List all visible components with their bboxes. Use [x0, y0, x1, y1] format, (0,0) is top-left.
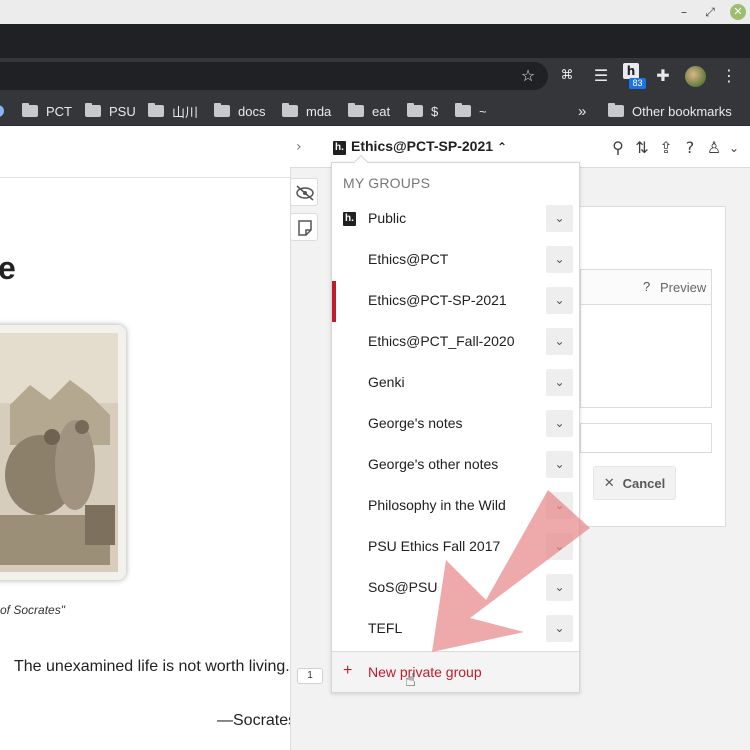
bookmark-folder-tilde[interactable]: ~: [455, 96, 487, 126]
window-titlebar: [0, 0, 750, 24]
bookmark-folder-psu[interactable]: PSU: [85, 96, 136, 126]
group-item-public[interactable]: h. Public ⌄: [332, 199, 579, 240]
preview-button[interactable]: Preview: [660, 280, 706, 295]
group-item[interactable]: Ethics@PCT_Fall-2020 ⌄: [332, 322, 579, 363]
page-heading-fragment: e: [0, 250, 16, 286]
chevron-down-icon[interactable]: ⌄: [546, 410, 573, 437]
hypothesis-logo-icon: h.: [343, 212, 356, 226]
quote-text: The unexamined life is not worth living.: [14, 658, 290, 675]
chevron-down-icon[interactable]: ⌄: [546, 451, 573, 478]
folder-icon: [455, 103, 471, 117]
chevron-down-icon[interactable]: ⌄: [546, 533, 573, 560]
chevron-down-icon[interactable]: ⌄: [546, 492, 573, 519]
folder-icon: [85, 103, 101, 117]
group-item-selected[interactable]: Ethics@PCT-SP-2021 ⌄: [332, 281, 579, 322]
new-private-group-button[interactable]: + New private group: [332, 651, 579, 692]
folder-icon: [348, 103, 364, 117]
new-page-note-button[interactable]: [290, 213, 318, 241]
eye-slash-icon: [296, 185, 314, 201]
page-divider: [0, 177, 290, 178]
extension-badge-count: 83: [629, 78, 646, 89]
bookmark-folder-shanchuan[interactable]: 山川: [148, 96, 198, 126]
group-item[interactable]: Philosophy in the Wild ⌄: [332, 486, 579, 527]
hide-highlights-button[interactable]: [290, 178, 318, 206]
bookmark-folder-docs[interactable]: docs: [214, 96, 265, 126]
painting-caption: of Socrates": [0, 603, 65, 617]
tags-input[interactable]: [580, 423, 712, 453]
hand-cursor-icon: ☝: [405, 670, 416, 691]
browser-menu-icon[interactable]: ⋮: [721, 65, 737, 87]
extensions-puzzle-icon[interactable]: ✚: [653, 65, 673, 87]
quote-attribution: —Socrates: [217, 712, 297, 729]
bookmark-folder-pct[interactable]: PCT: [22, 96, 72, 126]
group-item[interactable]: PSU Ethics Fall 2017 ⌄: [332, 527, 579, 568]
maximize-button[interactable]: ⤢: [700, 2, 720, 22]
folder-icon: [148, 103, 164, 117]
close-icon: ✕: [603, 475, 615, 491]
folder-icon: [214, 103, 230, 117]
folder-icon: [407, 103, 423, 117]
annotation-count-badge[interactable]: 1: [297, 668, 323, 684]
help-icon[interactable]: ?: [680, 138, 700, 158]
hypothesis-extension-icon[interactable]: h: [623, 63, 639, 79]
painting-illustration: [0, 333, 118, 572]
share-icon[interactable]: ⇪: [656, 138, 676, 158]
annotation-textarea[interactable]: [580, 305, 712, 408]
group-item[interactable]: Genki ⌄: [332, 363, 579, 404]
chevron-down-icon[interactable]: ⌄: [546, 369, 573, 396]
chevron-down-icon[interactable]: ⌄: [546, 574, 573, 601]
address-bar[interactable]: [0, 62, 548, 90]
group-item[interactable]: Ethics@PCT ⌄: [332, 240, 579, 281]
user-icon[interactable]: ♙: [704, 138, 724, 158]
tab-strip: [0, 24, 750, 58]
close-window-button[interactable]: ✕: [730, 4, 746, 20]
bookmark-globe-icon[interactable]: [0, 96, 4, 126]
group-item[interactable]: George's notes ⌄: [332, 404, 579, 445]
folder-icon: [22, 103, 38, 117]
socrates-painting-image: [0, 325, 126, 580]
other-bookmarks-folder[interactable]: Other bookmarks: [608, 96, 732, 126]
plus-icon: +: [343, 662, 353, 679]
sidebar-collapse-icon[interactable]: ›: [296, 137, 312, 157]
minimize-button[interactable]: –: [674, 2, 694, 22]
folder-icon: [608, 103, 624, 117]
chevron-up-icon: ⌃: [496, 140, 507, 154]
group-selector[interactable]: Ethics@PCT-SP-2021 ⌃: [351, 138, 507, 154]
extension-list-icon[interactable]: ☰: [591, 65, 611, 87]
profile-avatar[interactable]: [685, 66, 706, 87]
group-item[interactable]: SoS@PSU ⌄: [332, 568, 579, 609]
chevron-down-icon[interactable]: ⌄: [546, 615, 573, 642]
bookmark-folder-dollar[interactable]: $: [407, 96, 438, 126]
chevron-down-icon[interactable]: ⌄: [546, 328, 573, 355]
folder-icon: [282, 103, 298, 117]
sort-icon[interactable]: ⇅: [632, 138, 652, 158]
note-icon: [298, 220, 312, 236]
bookmark-star-icon[interactable]: ☆: [518, 65, 538, 87]
chevron-down-icon[interactable]: ⌄: [546, 205, 573, 232]
extension-glasses-icon[interactable]: ⌘: [557, 65, 577, 87]
group-item[interactable]: TEFL ⌄: [332, 609, 579, 650]
bookmark-folder-eat[interactable]: eat: [348, 96, 390, 126]
chevron-down-icon[interactable]: ⌄: [546, 287, 573, 314]
hypothesis-logo-icon: h.: [333, 141, 346, 155]
chevron-down-icon[interactable]: ⌄: [546, 246, 573, 273]
search-icon[interactable]: ⚲: [608, 138, 628, 158]
my-groups-heading: MY GROUPS: [343, 175, 431, 191]
bookmark-folder-mda[interactable]: mda: [282, 96, 331, 126]
user-menu-chevron-icon[interactable]: ⌄: [727, 138, 741, 158]
group-item[interactable]: George's other notes ⌄: [332, 445, 579, 486]
formatting-help-icon[interactable]: ?: [643, 279, 650, 294]
cancel-button[interactable]: ✕ Cancel: [593, 466, 676, 500]
bookmarks-overflow-button[interactable]: »: [578, 96, 586, 126]
